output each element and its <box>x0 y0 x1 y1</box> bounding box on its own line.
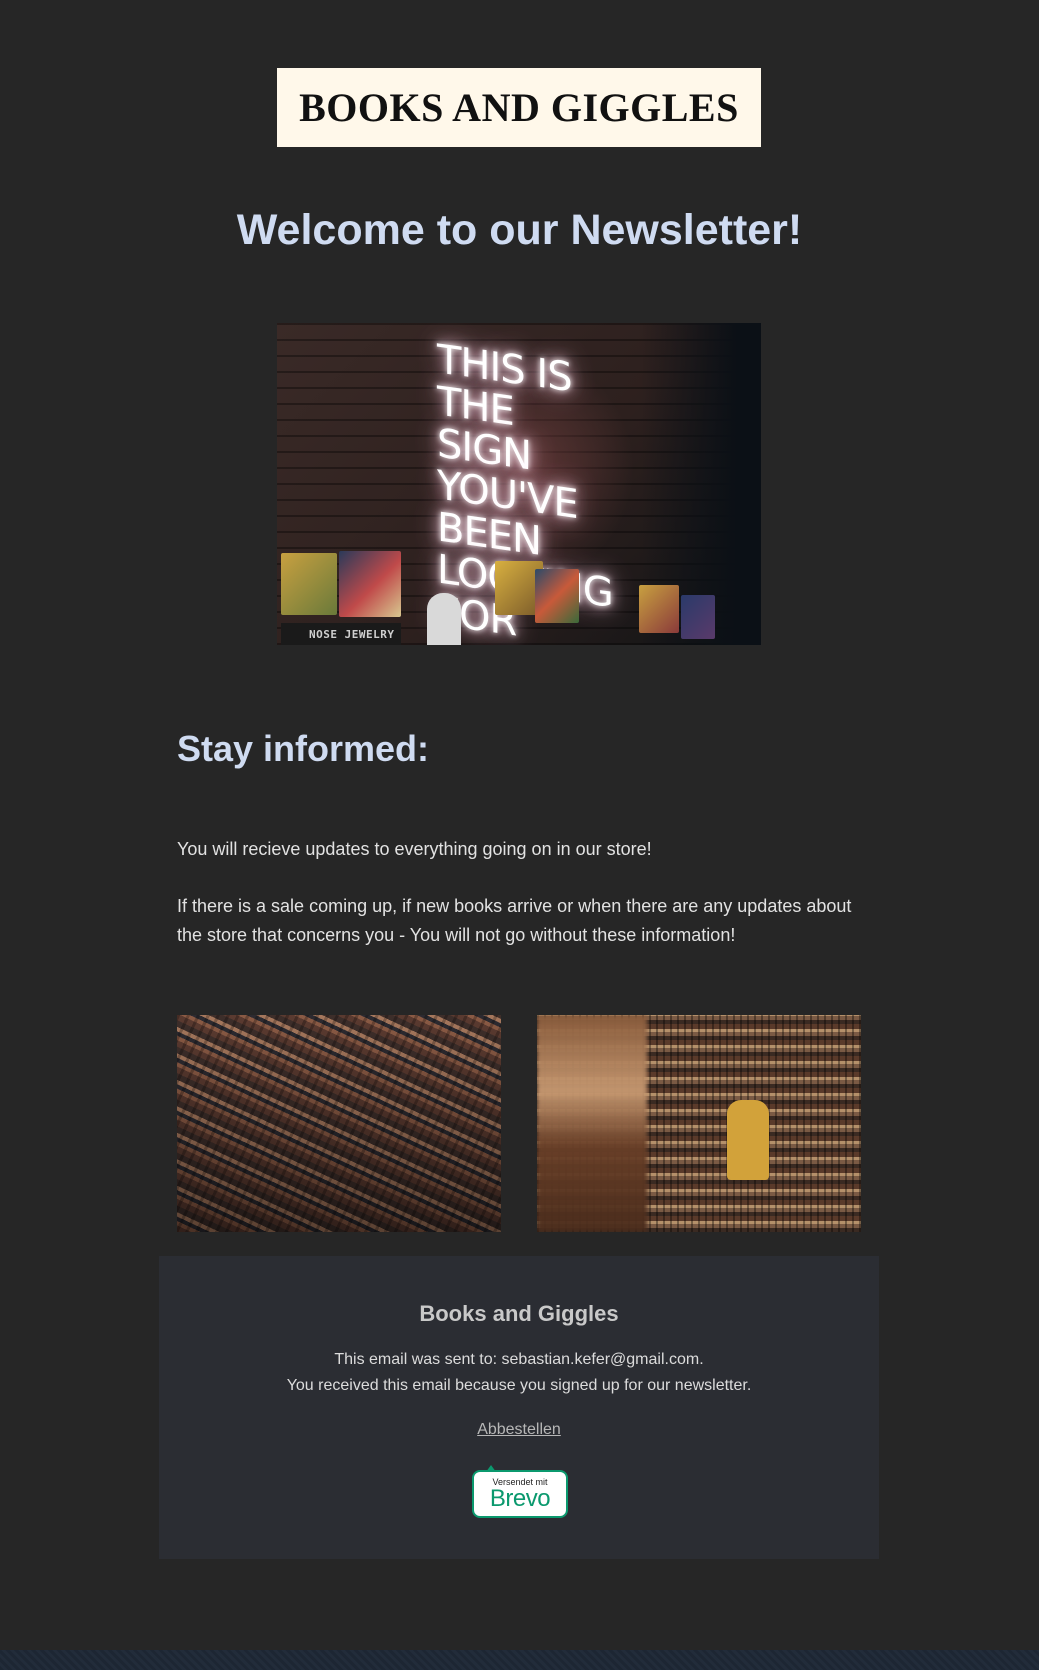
brevo-logo: Brevo <box>489 1485 551 1512</box>
person-with-backpack <box>727 1100 769 1180</box>
footer-brand: Books and Giggles <box>419 1301 619 1326</box>
shelf-art-6 <box>681 595 715 639</box>
brevo-badge[interactable]: Versendet mit Brevo <box>472 1465 568 1518</box>
unsubscribe-link[interactable]: Abbestellen <box>159 1421 879 1439</box>
section-heading: Stay informed: <box>177 728 430 769</box>
shelf-art-4 <box>535 569 579 623</box>
footer: Books and Giggles This email was sent to… <box>159 1256 879 1559</box>
page-bottom-strip <box>0 1650 1039 1670</box>
blurred-book-stack <box>537 1015 647 1232</box>
logo-text: BOOKS AND GIGGLES <box>299 85 739 130</box>
shelf-art-2 <box>339 551 401 617</box>
bookshelf-photo <box>177 1015 501 1232</box>
shelf-skateboard <box>427 593 461 645</box>
bookstore-photo <box>537 1015 861 1232</box>
brevo-badge-tail <box>486 1465 496 1472</box>
footer-sent-to: This email was sent to: sebastian.kefer@… <box>334 1351 704 1368</box>
shelf-sign: NOSE JEWELRY <box>281 623 401 645</box>
footer-reason: You received this email because you sign… <box>286 1377 752 1394</box>
hero-image-neon-sign: THIS IS THE SIGN YOU'VE BEEN LOOKING FOR… <box>277 323 761 645</box>
intro-paragraph: You will recieve updates to everything g… <box>177 839 652 859</box>
shelf-art-1 <box>281 553 337 615</box>
hero-shelf-items: NOSE JEWELRY <box>277 545 761 645</box>
logo-banner: BOOKS AND GIGGLES <box>277 68 761 147</box>
shelf-art-5 <box>639 585 679 633</box>
details-paragraph: If there is a sale coming up, if new boo… <box>177 896 852 945</box>
page-title: Welcome to our Newsletter! <box>236 206 803 254</box>
